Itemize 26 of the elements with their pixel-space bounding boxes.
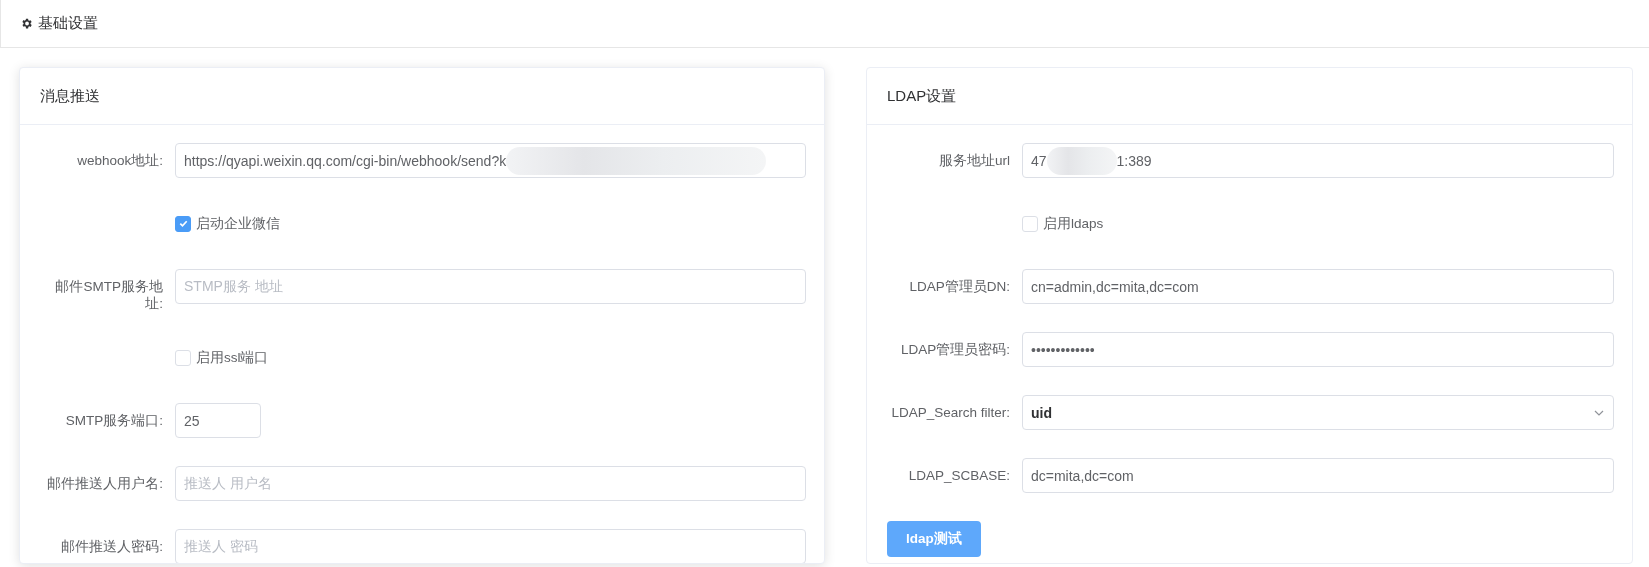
field-label: webhook地址: — [76, 152, 164, 169]
checkbox-label[interactable]: 启用ldaps — [1043, 214, 1104, 233]
field-label: 邮件SMTP服务地址: — [54, 278, 164, 312]
text-field[interactable]: cn=admin,dc=mita,dc=com — [1022, 269, 1614, 304]
field-label: LDAP_Search filter: — [890, 404, 1011, 421]
text-field[interactable]: https://qyapi.weixin.qq.com/cgi-bin/webhook/send?k — [175, 143, 806, 178]
page-title: 基础设置 — [38, 14, 98, 33]
field-label: LDAP_SCBASE: — [907, 467, 1011, 484]
checkbox[interactable] — [175, 215, 191, 232]
text-field[interactable]: dc=mita,dc=com — [1022, 458, 1614, 493]
panel-title: 消息推送 — [20, 68, 824, 125]
field-label: LDAP管理员密码: — [899, 341, 1011, 358]
text-field[interactable]: 47 1:389 — [1022, 143, 1614, 178]
field-label: SMTP服务端口: — [64, 412, 164, 429]
select-field[interactable]: uid — [1022, 395, 1614, 430]
checkbox-label[interactable]: 启动企业微信 — [196, 214, 280, 233]
checkmark-icon — [177, 218, 189, 229]
text-field[interactable]: ••••••••••••• — [1022, 332, 1614, 367]
panel-title: LDAP设置 — [867, 68, 1632, 125]
checkbox-label[interactable]: 启用ssl端口 — [196, 348, 269, 367]
text-field[interactable]: 25 — [175, 403, 261, 438]
field-label: LDAP管理员DN: — [908, 278, 1011, 295]
field-label: 服务地址url — [938, 152, 1011, 169]
settings-icon — [20, 17, 33, 30]
field-label: 邮件推送人用户名: — [46, 475, 164, 492]
field-label: 邮件推送人密码: — [60, 538, 164, 555]
